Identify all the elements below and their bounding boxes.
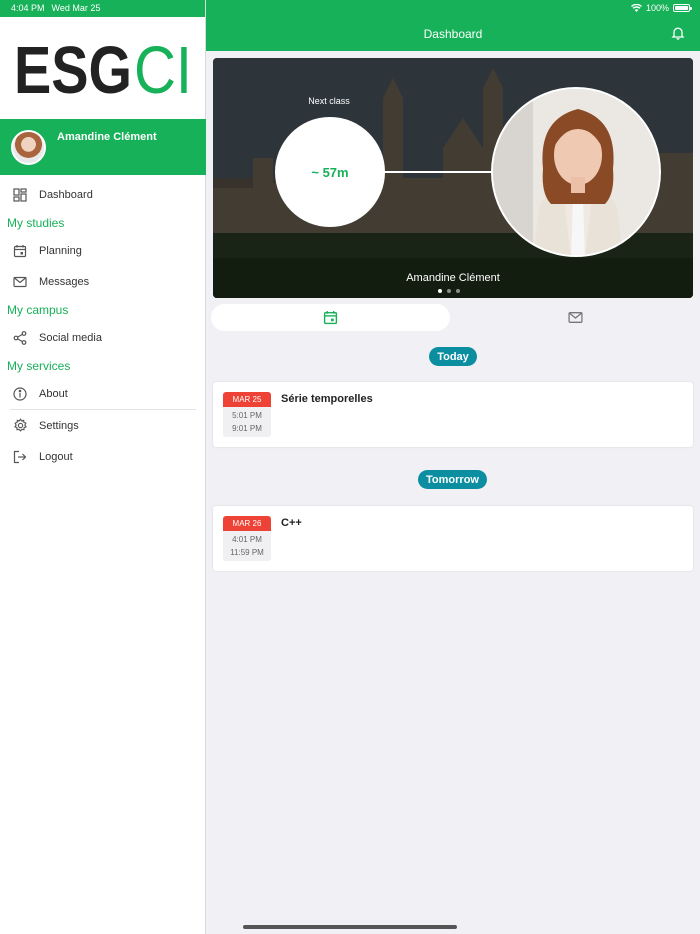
event-date-box: MAR 26 4:01 PM 11:59 PM: [223, 516, 271, 561]
dashboard-icon: [12, 187, 28, 203]
sidebar-item-settings[interactable]: Settings: [0, 410, 206, 441]
svg-text:ESG: ESG: [14, 38, 132, 98]
sidebar-item-about[interactable]: About: [0, 378, 206, 409]
profile-photo-portrait: [493, 89, 659, 255]
event-card[interactable]: MAR 26 4:01 PM 11:59 PM C++: [213, 506, 693, 571]
page-title: Dashboard: [423, 27, 483, 41]
battery-percent: 100%: [645, 3, 669, 13]
home-indicator[interactable]: [243, 925, 457, 929]
countdown-value: ~ 57m: [311, 164, 349, 180]
event-end-time: 11:59 PM: [230, 548, 264, 557]
status-right: 100%: [630, 3, 692, 13]
carousel-dot[interactable]: [456, 289, 460, 293]
profile-photo: [491, 87, 661, 257]
section-my-services: My services: [7, 358, 71, 373]
svg-text:CI: CI: [134, 38, 192, 98]
view-tabs: [211, 304, 695, 331]
event-start-time: 5:01 PM: [232, 411, 262, 420]
event-card[interactable]: MAR 25 5:01 PM 9:01 PM Série temporelles: [213, 382, 693, 447]
user-avatar[interactable]: [11, 130, 46, 165]
tab-calendar[interactable]: [211, 304, 450, 331]
bell-icon[interactable]: [671, 26, 685, 40]
sidebar-item-label: Social media: [39, 331, 102, 344]
connector-line: [384, 171, 492, 173]
mail-icon: [12, 274, 28, 290]
event-title: Série temporelles: [281, 393, 373, 405]
info-icon: [12, 386, 28, 402]
countdown-circle: ~ 57m: [275, 117, 385, 227]
sidebar-item-logout[interactable]: Logout: [0, 441, 206, 472]
sidebar-item-social-media[interactable]: Social media: [0, 322, 206, 353]
event-end-time: 9:01 PM: [232, 424, 262, 433]
sidebar-item-label: Logout: [39, 450, 73, 463]
event-date: MAR 26: [223, 516, 271, 531]
user-name: Amandine Clément: [57, 131, 157, 143]
carousel-dots[interactable]: [438, 289, 460, 293]
gear-icon: [12, 418, 28, 434]
day-label-today: Today: [429, 347, 477, 366]
sidebar-item-dashboard[interactable]: Dashboard: [0, 179, 206, 210]
user-banner[interactable]: Amandine Clément: [0, 119, 206, 175]
sidebar-item-label: Planning: [39, 244, 82, 257]
logout-icon: [12, 449, 28, 465]
tab-messages[interactable]: [455, 304, 695, 331]
sidebar: ESG CI Amandine Clément Dashboard My stu…: [0, 0, 206, 934]
status-left: 4:04 PM Wed Mar 25: [11, 3, 100, 13]
status-time: 4:04 PM: [11, 3, 45, 13]
hero-user-name: Amandine Clément: [406, 272, 500, 284]
mail-icon: [567, 312, 583, 323]
wifi-icon: [630, 4, 642, 12]
sidebar-item-planning[interactable]: Planning: [0, 235, 206, 266]
sidebar-item-label: Messages: [39, 275, 90, 288]
sidebar-item-label: Settings: [39, 419, 79, 432]
sidebar-item-messages[interactable]: Messages: [0, 266, 206, 297]
event-title: C++: [281, 517, 302, 529]
next-class-card[interactable]: Next class ~ 57m Amandine Clément: [213, 58, 693, 298]
sidebar-item-label: About: [39, 387, 68, 400]
calendar-icon: [12, 243, 28, 259]
status-date: Wed Mar 25: [51, 3, 101, 13]
calendar-icon: [323, 311, 338, 325]
event-date-box: MAR 25 5:01 PM 9:01 PM: [223, 392, 271, 437]
event-date: MAR 25: [223, 392, 271, 407]
esgci-logo: ESG CI: [14, 38, 192, 98]
sidebar-item-label: Dashboard: [39, 188, 93, 201]
status-bar: 4:04 PM Wed Mar 25 100%: [0, 0, 700, 17]
section-my-studies: My studies: [7, 215, 65, 230]
battery-icon: [673, 4, 692, 12]
carousel-dot[interactable]: [447, 289, 451, 293]
next-class-label: Next class: [308, 96, 350, 106]
sidebar-menu: Dashboard My studies Planning Messages M…: [0, 179, 206, 472]
carousel-dot[interactable]: [438, 289, 442, 293]
event-start-time: 4:01 PM: [232, 535, 262, 544]
section-my-campus: My campus: [7, 302, 69, 317]
day-label-tomorrow: Tomorrow: [418, 470, 487, 489]
share-icon: [12, 330, 28, 346]
